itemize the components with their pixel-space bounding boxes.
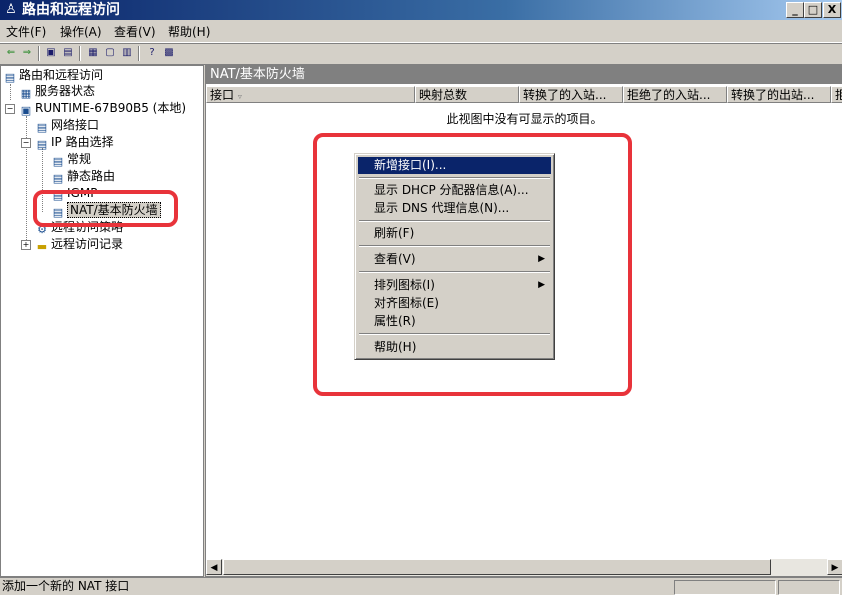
server-icon: ▣ <box>20 104 32 117</box>
show-tree-icon[interactable]: ▤ <box>61 46 75 60</box>
pane-title: NAT/基本防火墙 <box>206 66 842 84</box>
back-icon[interactable]: ⇐ <box>4 46 18 60</box>
status-bar: 添加一个新的 NAT 接口 <box>0 577 842 595</box>
highlight-box-context-menu <box>313 133 632 396</box>
tree-line <box>26 116 27 244</box>
general-icon: ▤ <box>52 155 64 168</box>
close-button[interactable]: X <box>823 2 841 18</box>
collapse-toggle[interactable]: − <box>21 138 31 148</box>
toolbar: ⇐ ⇒ ▣ ▤ ▦ ▢ ▥ ? ▩ <box>0 43 842 65</box>
tree-item-static-routes[interactable]: ▤ 静态路由 <box>51 168 115 185</box>
toolbar-separator <box>79 46 81 61</box>
tree-item-server[interactable]: ▣ RUNTIME-67B90B5 (本地) <box>19 100 186 117</box>
network-interfaces-icon: ▤ <box>36 121 48 134</box>
up-icon[interactable]: ▣ <box>44 46 58 60</box>
tree-item-network-interfaces[interactable]: ▤ 网络接口 <box>35 117 99 134</box>
tree-line <box>10 84 11 100</box>
collapse-toggle[interactable]: − <box>5 104 15 114</box>
refresh-icon[interactable]: ▢ <box>103 46 117 60</box>
menu-action[interactable]: 操作(A) <box>60 24 102 40</box>
column-header-inbound-translated[interactable]: 转换了的入站... <box>519 86 623 103</box>
menu-file[interactable]: 文件(F) <box>6 24 46 40</box>
status-text: 添加一个新的 NAT 接口 <box>2 579 130 593</box>
empty-message: 此视图中没有可显示的项目。 <box>446 112 603 126</box>
static-routes-icon: ▤ <box>52 172 64 185</box>
highlight-box-nat <box>33 190 178 227</box>
maximize-button[interactable]: □ <box>804 2 822 18</box>
tree-item-ip-routing[interactable]: ▤ IP 路由选择 <box>35 134 114 151</box>
tree-item-general[interactable]: ▤ 常规 <box>51 151 91 168</box>
menu-help[interactable]: 帮助(H) <box>168 24 210 40</box>
export-icon[interactable]: ▥ <box>120 46 134 60</box>
menu-view[interactable]: 查看(V) <box>114 24 156 40</box>
minimize-button[interactable]: _ <box>786 2 804 18</box>
column-header-outbound-translated[interactable]: 转换了的出站... <box>727 86 831 103</box>
status-panel <box>674 580 776 595</box>
tree-item-server-status[interactable]: ▦ 服务器状态 <box>19 83 95 100</box>
ip-routing-icon: ▤ <box>36 138 48 151</box>
folder-icon: ▬ <box>36 240 48 253</box>
toolbar-separator <box>138 46 140 61</box>
server-status-icon: ▦ <box>20 87 32 100</box>
scroll-thumb[interactable] <box>223 559 771 575</box>
sort-icon: ▿ <box>237 92 242 101</box>
title-bar: ♙ 路由和远程访问 _ □ X <box>0 0 842 20</box>
expand-toggle[interactable]: + <box>21 240 31 250</box>
column-header-interface[interactable]: 接口 ▿ <box>206 86 415 103</box>
menu-bar: 文件(F) 操作(A) 查看(V) 帮助(H) <box>0 21 842 43</box>
help-icon[interactable]: ? <box>145 46 159 60</box>
column-header-inbound-rejected[interactable]: 拒绝了的入站... <box>623 86 727 103</box>
status-panel <box>778 580 840 595</box>
tree-item-remote-access-logging[interactable]: ▬ 远程访问记录 <box>35 236 123 253</box>
column-header-more[interactable]: 拒 <box>831 86 842 103</box>
app-icon: ♙ <box>5 2 17 17</box>
properties-icon[interactable]: ▦ <box>86 46 100 60</box>
toolbar-separator <box>38 46 40 61</box>
column-header-mappings[interactable]: 映射总数 <box>415 86 519 103</box>
tree-root[interactable]: ▤ 路由和远程访问 <box>3 67 103 84</box>
window-title: 路由和远程访问 <box>22 2 120 18</box>
routing-icon: ▤ <box>4 71 16 84</box>
horizontal-scrollbar[interactable]: ◀ ▶ <box>206 559 842 576</box>
console-icon[interactable]: ▩ <box>162 46 176 60</box>
tree-pane: ▤ 路由和远程访问 ▦ 服务器状态 − ▣ RUNTIME-67B90B5 (本地) … <box>0 65 204 577</box>
forward-icon[interactable]: ⇒ <box>20 46 34 60</box>
scroll-left-icon[interactable]: ◀ <box>206 559 222 575</box>
scroll-right-icon[interactable]: ▶ <box>827 559 842 575</box>
